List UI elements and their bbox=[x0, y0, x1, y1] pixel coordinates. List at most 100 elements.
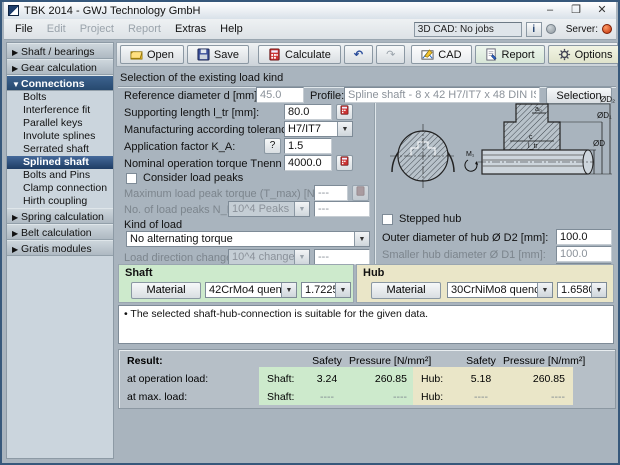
tolerance-field-dropdown[interactable]: H7/IT7 ▼ bbox=[284, 121, 353, 137]
max-peak-torque-field bbox=[314, 185, 348, 201]
sidebar-section-connections[interactable]: ▼Connections bbox=[7, 75, 113, 91]
dim-d-label: ØD bbox=[593, 139, 605, 148]
smaller-diameter-field bbox=[556, 246, 612, 262]
application-factor-field[interactable] bbox=[284, 138, 332, 154]
open-button[interactable]: Open bbox=[120, 45, 184, 64]
sidebar-item-bolts[interactable]: Bolts bbox=[7, 91, 113, 104]
dim-d1-label: ØD₁ bbox=[597, 111, 612, 120]
hub-material-button[interactable]: Material bbox=[371, 282, 441, 299]
calculator-icon bbox=[340, 105, 349, 115]
server-status-led bbox=[602, 24, 612, 34]
hub-material-dropdown[interactable]: 30CrNiMo8 quenched an...▼ bbox=[447, 282, 553, 298]
result-header-row: Result: Safety Pressure [N/mm²] Safety P… bbox=[119, 352, 615, 369]
shaft-material-dropdown[interactable]: 42CrMo4 quenched and t...▼ bbox=[205, 282, 297, 298]
application-factor-help-button[interactable]: ? bbox=[264, 138, 281, 154]
minimize-button[interactable]: – bbox=[540, 4, 560, 18]
save-button[interactable]: Save bbox=[186, 45, 249, 64]
sidebar-section-gear-calculation[interactable]: ▶ Gear calculation bbox=[7, 59, 113, 75]
menu-project: Project bbox=[79, 23, 114, 35]
hub-safety-operation: 5.18 bbox=[470, 372, 492, 385]
reference-diameter-field bbox=[256, 87, 304, 103]
report-button[interactable]: Report bbox=[474, 45, 545, 64]
options-button[interactable]: Options bbox=[547, 45, 618, 64]
calculator-icon bbox=[340, 156, 349, 166]
nominal-torque-calc-button[interactable] bbox=[336, 155, 353, 171]
sidebar-item-splined-shaft[interactable]: Splined shaft bbox=[7, 156, 113, 169]
menu-help[interactable]: Help bbox=[213, 21, 250, 37]
max-peak-torque-label: Maximum load peak torque (T_max) [Nm]: bbox=[124, 188, 331, 200]
chevron-right-icon: ▶ bbox=[12, 48, 19, 57]
sidebar-nav: ▶ Shaft / bearings ▶ Gear calculation ▼Con… bbox=[6, 42, 114, 459]
chevron-right-icon: ▶ bbox=[12, 245, 19, 254]
menu-edit: Edit bbox=[46, 23, 66, 35]
sidebar-item-involute-splines[interactable]: Involute splines bbox=[7, 130, 113, 143]
hub-material-panel: Hub Material 30CrNiMo8 quenched an...▼ 1… bbox=[356, 264, 614, 303]
sidebar-section-shaft-bearings[interactable]: ▶ Shaft / bearings bbox=[7, 43, 113, 59]
cad-button[interactable]: CAD bbox=[411, 45, 472, 64]
result-panel: Result: Safety Pressure [N/mm²] Safety P… bbox=[118, 349, 616, 409]
shaft-safety-operation: 3.24 bbox=[316, 372, 338, 385]
sidebar-section-spring-calculation[interactable]: ▶ Spring calculation bbox=[7, 208, 113, 224]
calculator-icon bbox=[356, 186, 365, 196]
shaft-material-number-dropdown[interactable]: 1.7225▼ bbox=[301, 282, 351, 298]
dim-m1-label: M₁ bbox=[466, 151, 475, 158]
menu-extras[interactable]: Extras bbox=[168, 21, 213, 37]
stepped-hub-checkbox[interactable] bbox=[382, 214, 393, 225]
max-peak-torque-calc-button bbox=[352, 185, 369, 201]
dim-d2-label: ØD₂ bbox=[600, 95, 615, 104]
shaft-material-button[interactable]: Material bbox=[131, 282, 201, 299]
chevron-down-icon: ▼ bbox=[591, 283, 606, 297]
chevron-right-icon: ▶ bbox=[12, 64, 19, 73]
calculate-button[interactable]: Calculate bbox=[258, 45, 341, 64]
kind-of-load-label: Kind of load bbox=[124, 219, 183, 231]
hub-material-number-dropdown[interactable]: 1.6580▼ bbox=[557, 282, 607, 298]
profile-label: Profile: bbox=[310, 90, 345, 102]
cad-info-button[interactable]: i bbox=[525, 21, 542, 37]
consider-load-peaks-checkbox[interactable] bbox=[126, 173, 137, 184]
undo-button[interactable]: ↶ bbox=[343, 45, 374, 64]
shaft-pressure-header: Pressure [N/mm²] bbox=[349, 354, 432, 367]
hub-panel-title: Hub bbox=[363, 267, 385, 279]
toolbar: Open Save Calculate ↶ ↷ CAD Report Optio… bbox=[116, 42, 618, 67]
nominal-torque-field[interactable] bbox=[284, 155, 332, 171]
server-label: Server: bbox=[565, 23, 598, 35]
sidebar-section-gratis-modules[interactable]: ▶ Gratis modules bbox=[7, 240, 113, 256]
title-bar: TBK 2014 - GWJ Technology GmbH – ❐ ✕ bbox=[4, 2, 616, 19]
sidebar-item-hirth-coupling[interactable]: Hirth coupling bbox=[7, 195, 113, 208]
maximize-button[interactable]: ❐ bbox=[566, 4, 586, 18]
load-peaks-label: No. of load peaks N_L: bbox=[124, 204, 236, 216]
load-direction-field bbox=[314, 249, 370, 265]
shaft-pressure-max: ---- bbox=[393, 390, 407, 403]
reference-diameter-label: Reference diameter d [mm]: bbox=[124, 90, 261, 102]
calculator-icon bbox=[269, 48, 280, 61]
dim-a0-label: a₀ bbox=[535, 106, 542, 113]
supporting-length-calc-button[interactable] bbox=[336, 104, 353, 120]
close-button[interactable]: ✕ bbox=[592, 4, 612, 18]
section-title: Selection of the existing load kind bbox=[120, 72, 284, 84]
sidebar-item-parallel-keys[interactable]: Parallel keys bbox=[7, 117, 113, 130]
splined-shaft-diagram: ØD ØD₁ ØD₂ a₀ c l_tr M₁ bbox=[390, 95, 615, 188]
save-disk-icon bbox=[197, 48, 210, 61]
status-message-box: • The selected shaft-hub-connection is s… bbox=[118, 305, 614, 344]
redo-button: ↷ bbox=[376, 45, 406, 64]
nominal-torque-label: Nominal operation torque Tnenn [Nm]: bbox=[124, 158, 311, 170]
menu-file[interactable]: File bbox=[8, 21, 40, 37]
sidebar-item-interference-fit[interactable]: Interference fit bbox=[7, 104, 113, 117]
outer-diameter-field[interactable] bbox=[556, 229, 612, 245]
cad-status-led bbox=[545, 24, 556, 34]
sidebar-section-belt-calculation[interactable]: ▶ Belt calculation bbox=[7, 224, 113, 240]
shaft-panel-title: Shaft bbox=[125, 267, 153, 279]
dim-ltr-label: l_tr bbox=[528, 143, 538, 150]
shaft-safety-max: ---- bbox=[320, 390, 334, 403]
kind-of-load-dropdown[interactable]: No alternating torque ▼ bbox=[126, 231, 370, 247]
hub-pressure-operation: 260.85 bbox=[532, 372, 565, 385]
hub-safety-max: ---- bbox=[474, 390, 488, 403]
sidebar-item-serrated-shaft[interactable]: Serrated shaft bbox=[7, 143, 113, 156]
sidebar-item-bolts-and-pins[interactable]: Bolts and Pins bbox=[7, 169, 113, 182]
sidebar-item-clamp-connection[interactable]: Clamp connection bbox=[7, 182, 113, 195]
chevron-down-icon: ▼ bbox=[281, 283, 296, 297]
result-title: Result: bbox=[127, 354, 163, 367]
hub-pressure-header: Pressure [N/mm²] bbox=[503, 354, 586, 367]
chevron-down-icon: ▼ bbox=[294, 250, 309, 264]
supporting-length-field[interactable] bbox=[284, 104, 332, 120]
